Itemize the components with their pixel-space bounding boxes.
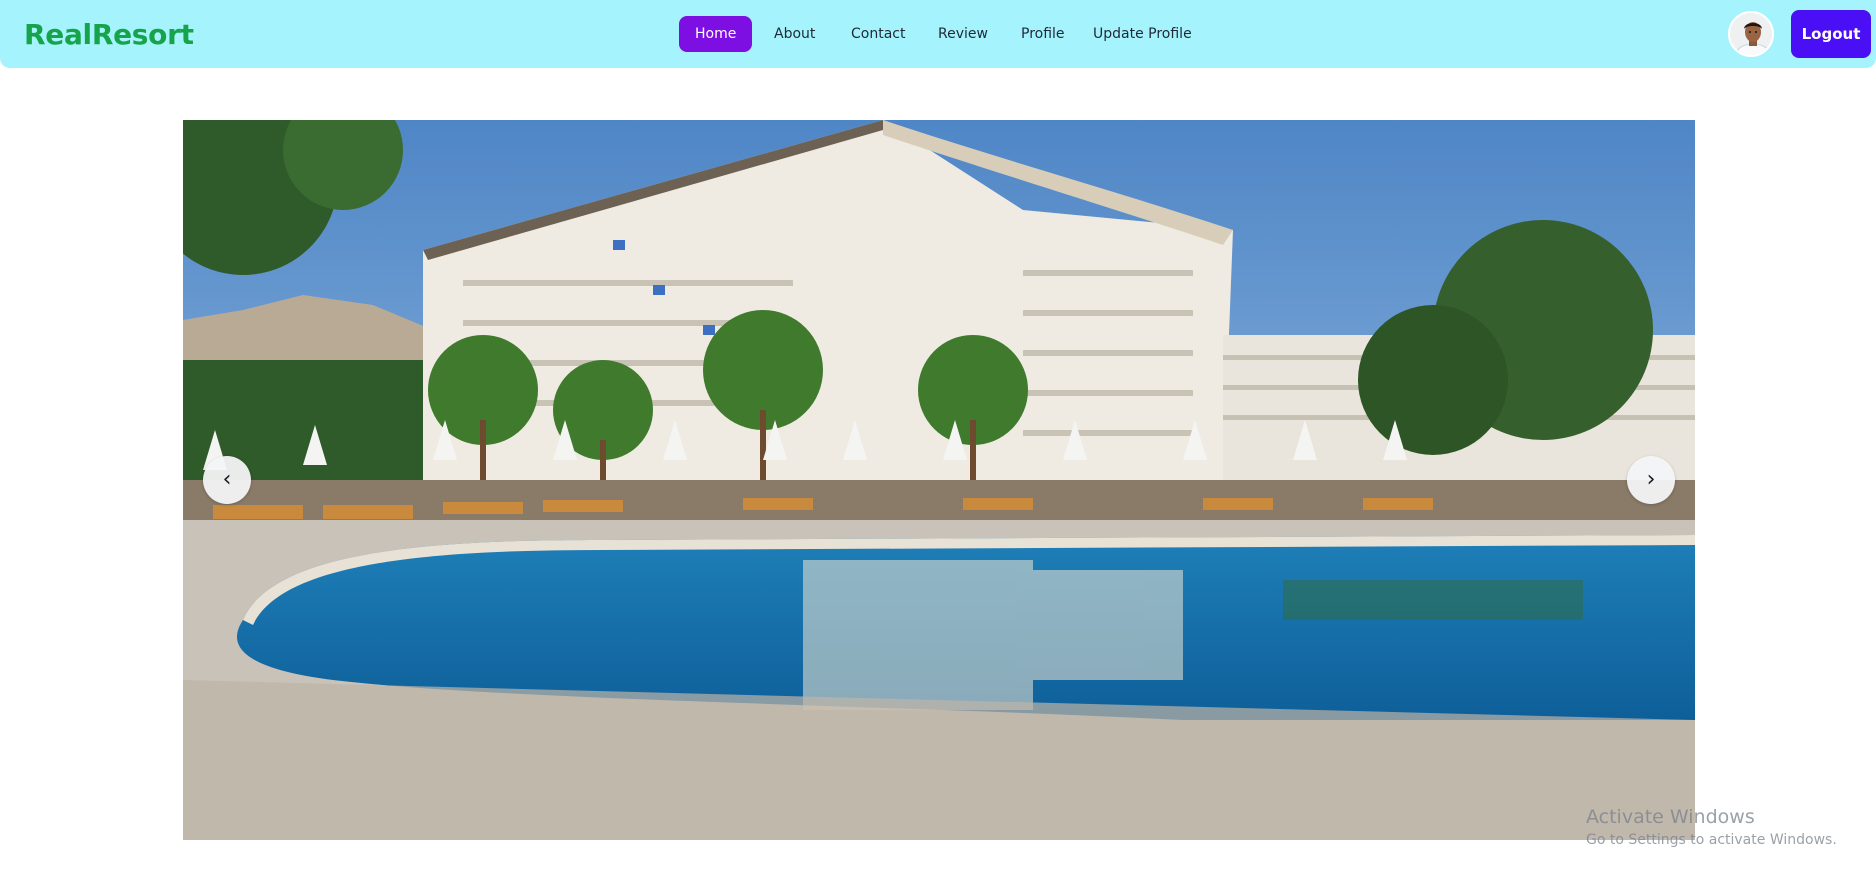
resort-hotel-image [183, 120, 1695, 840]
main-nav: Home About Contact Review Profile Update… [0, 16, 1876, 52]
navbar: RealResort Home About Contact Review Pro… [0, 0, 1876, 68]
hero-carousel: ‹ › [183, 120, 1695, 840]
nav-about[interactable]: About [758, 16, 831, 52]
nav-update-profile[interactable]: Update Profile [1077, 16, 1208, 52]
nav-home[interactable]: Home [679, 16, 753, 52]
windows-activation-watermark: Activate Windows Go to Settings to activ… [1586, 806, 1837, 848]
user-avatar[interactable] [1728, 11, 1774, 57]
carousel-prev-button[interactable]: ‹ [203, 456, 251, 504]
nav-review[interactable]: Review [922, 16, 1004, 52]
watermark-title: Activate Windows [1586, 806, 1755, 828]
watermark-subtitle: Go to Settings to activate Windows. [1586, 832, 1837, 848]
carousel-next-button[interactable]: › [1627, 456, 1675, 504]
logout-button[interactable]: Logout [1791, 10, 1871, 58]
nav-profile[interactable]: Profile [1005, 16, 1081, 52]
nav-contact[interactable]: Contact [835, 16, 921, 52]
